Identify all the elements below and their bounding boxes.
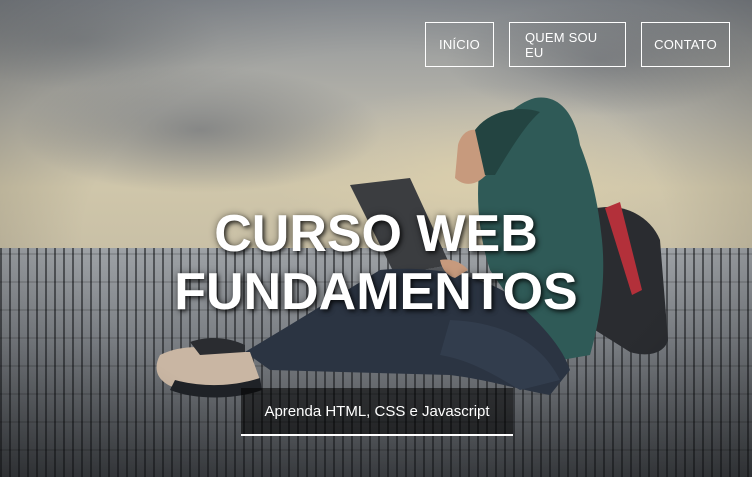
nav-item-quem-sou-eu[interactable]: QUEM SOU EU [509, 22, 626, 67]
page-title: CURSO WEB FUNDAMENTOS [0, 205, 752, 321]
hero-subtitle: Aprenda HTML, CSS e Javascript [264, 402, 490, 420]
page-title-line-1: CURSO WEB [214, 205, 538, 263]
nav-item-inicio[interactable]: INÍCIO [425, 22, 494, 67]
top-navigation: INÍCIO QUEM SOU EU CONTATO [425, 22, 730, 67]
hero-section: INÍCIO QUEM SOU EU CONTATO CURSO WEB FUN… [0, 0, 752, 477]
page-title-line-2: FUNDAMENTOS [174, 263, 578, 321]
nav-item-contato[interactable]: CONTATO [641, 22, 730, 67]
subtitle-banner: Aprenda HTML, CSS e Javascript [241, 388, 513, 436]
